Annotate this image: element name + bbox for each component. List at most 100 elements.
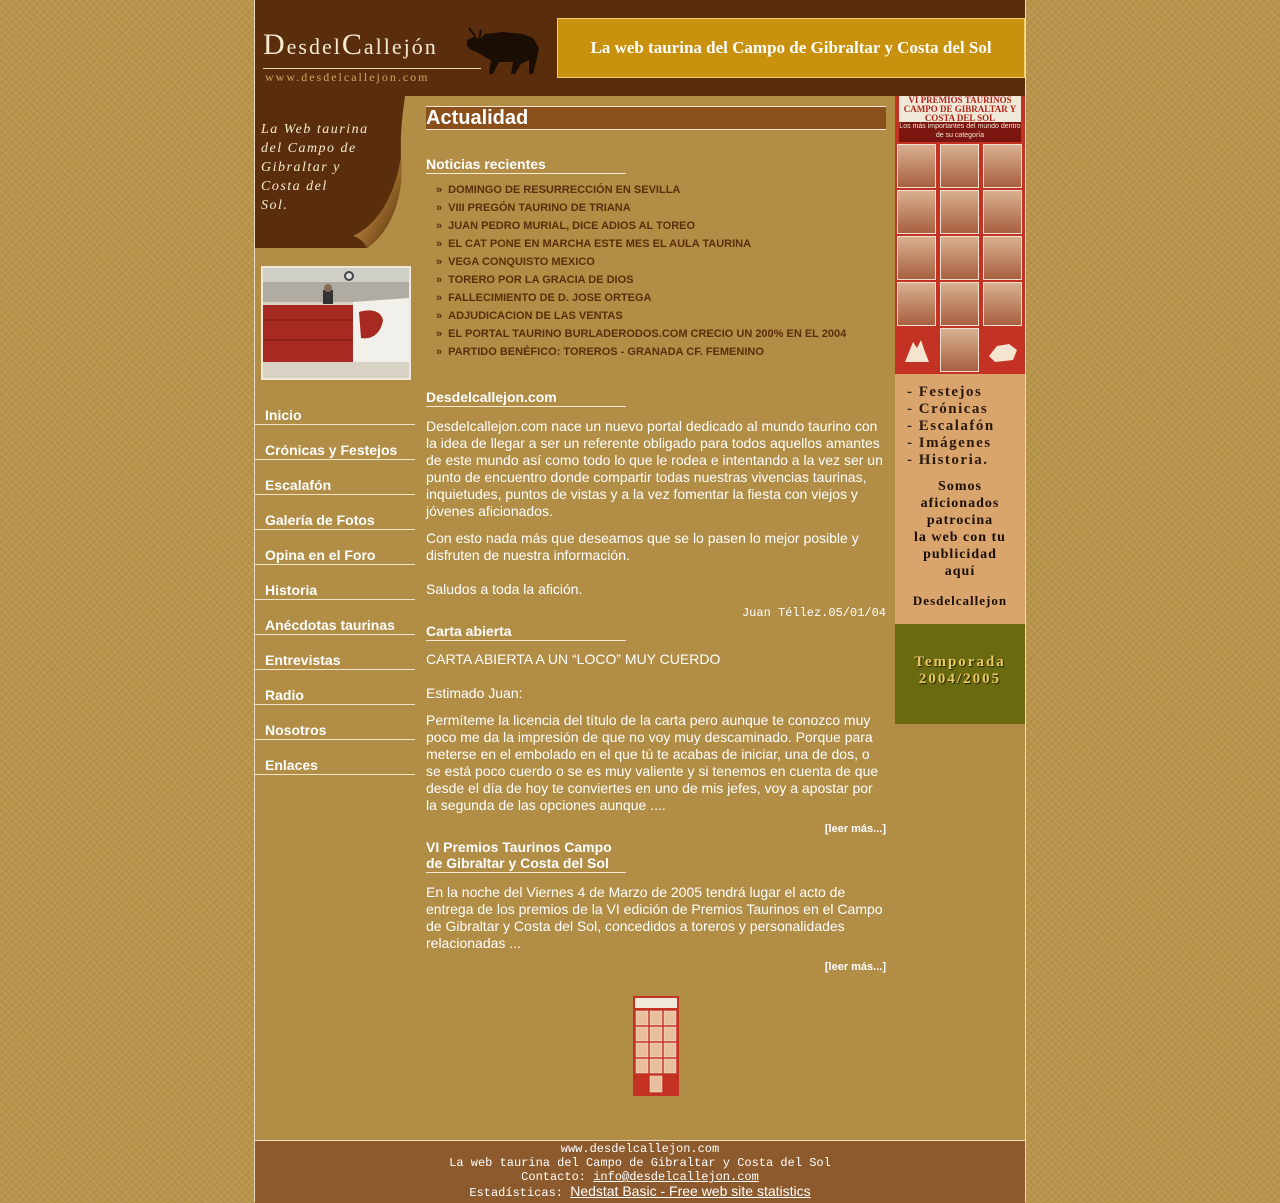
nav-item-escalafon[interactable]: Escalafón <box>255 460 415 495</box>
banner-line: Costa del <box>261 179 328 194</box>
logo-word-1: esdel <box>286 34 342 59</box>
news-item[interactable]: » DOMINGO DE RESURRECCIÓN EN SEVILLA <box>436 184 846 202</box>
nav-item-galeria[interactable]: Galería de Fotos <box>255 495 415 530</box>
left-banner-text: La Web taurina del Campo de Gibraltar y … <box>261 120 391 215</box>
nav-item-entrevistas[interactable]: Entrevistas <box>255 635 415 670</box>
news-link[interactable]: EL CAT PONE EN MARCHA ESTE MES EL AULA T… <box>448 238 751 250</box>
banner-line: La Web taurina <box>261 122 369 137</box>
news-item[interactable]: » ADJUDICACION DE LAS VENTAS <box>436 310 846 328</box>
letter-heading: Carta abierta <box>426 623 626 641</box>
section-title-bar: Actualidad <box>426 106 886 130</box>
promo-body-line: publicidad <box>923 547 997 562</box>
logo-url: www.desdelcallejon.com <box>265 70 430 84</box>
sponsor-promo: - Festejos - Crónicas - Escalafón - Imág… <box>895 374 1025 624</box>
read-more-link[interactable]: [leer más...] <box>825 823 886 835</box>
section-title: Actualidad <box>426 107 529 129</box>
bullet-icon: » <box>436 328 443 340</box>
torero-portrait <box>983 282 1022 326</box>
news-heading: Noticias recientes <box>426 156 626 174</box>
footer-url: www.desdelcallejon.com <box>560 1142 720 1156</box>
banner-line: del Campo de <box>261 141 357 156</box>
nav-item-label: Radio <box>265 687 304 703</box>
nav-item-historia[interactable]: Historia <box>255 565 415 600</box>
temporada-text: Temporada 2004/2005 <box>895 654 1025 688</box>
contact-email-link[interactable]: info@desdelcallejon.com <box>593 1170 759 1184</box>
site-tagline: La web taurina del Campo de Gibraltar y … <box>590 38 992 57</box>
news-link[interactable]: VEGA CONQUISTO MEXICO <box>448 256 595 268</box>
torero-portrait <box>897 236 936 280</box>
about-signature: Juan Téllez.05/01/04 <box>741 606 886 620</box>
nedstat-link[interactable]: Nedstat Basic - Free web site statistics <box>570 1183 810 1199</box>
about-paragraph: Con esto nada más que deseamos que se lo… <box>426 530 859 563</box>
torero-portrait <box>940 282 979 326</box>
torero-portrait <box>897 190 936 234</box>
news-item[interactable]: » JUAN PEDRO MURIAL, DICE ADIOS AL TOREO <box>436 220 846 238</box>
promo-brand: Desdelcallejon <box>912 593 1008 608</box>
torero-portrait <box>940 144 979 188</box>
bullet-icon: » <box>436 202 443 214</box>
nav-item-label: Entrevistas <box>265 652 341 668</box>
news-item[interactable]: » FALLECIMIENTO DE D. JOSE ORTEGA <box>436 292 846 310</box>
news-list: » DOMINGO DE RESURRECCIÓN EN SEVILLA » VII… <box>436 184 846 364</box>
nav-item-radio[interactable]: Radio <box>255 670 415 705</box>
news-item[interactable]: » VEGA CONQUISTO MEXICO <box>436 256 846 274</box>
logo-letter-c: C <box>341 28 364 61</box>
news-item[interactable]: » EL PORTAL TAURINO BURLADERODOS.COM CREC… <box>436 328 846 346</box>
site-header: DesdelCallejón www.desdelcallejon.com La… <box>255 0 1025 96</box>
letter-body: Permíteme la licencia del título de la c… <box>426 712 879 813</box>
news-item[interactable]: » VIII PREGÓN TAURINO DE TRIANA <box>436 202 846 220</box>
torero-portrait <box>940 236 979 280</box>
nav-item-label: Nosotros <box>265 722 327 738</box>
about-paragraph: Desdelcallejon.com nace un nuevo portal … <box>426 418 883 519</box>
contact-label: Contacto: <box>521 1170 594 1184</box>
news-link[interactable]: TORERO POR LA GRACIA DE DIOS <box>448 274 633 286</box>
premios-poster-title: VI PREMIOS TAURINOS CAMPO DE GIBRALTAR Y… <box>899 96 1021 123</box>
stats-label: Estadísticas: <box>469 1186 571 1200</box>
promo-body-line: Somos <box>938 479 982 494</box>
logo-underline <box>263 68 481 69</box>
temporada-banner[interactable]: Temporada 2004/2005 <box>895 624 1025 724</box>
tagline-banner: La web taurina del Campo de Gibraltar y … <box>557 18 1025 78</box>
bullfight-silhouette-icon <box>905 340 929 362</box>
letter-greeting: Estimado Juan: <box>426 685 523 701</box>
site-logo[interactable]: DesdelCallejón <box>263 28 438 62</box>
torero-portrait <box>897 144 936 188</box>
nav-item-enlaces[interactable]: Enlaces <box>255 740 415 775</box>
logo-letter-d: D <box>263 28 287 61</box>
nav-item-anecdotas[interactable]: Anécdotas taurinas <box>255 600 415 635</box>
news-item[interactable]: » TORERO POR LA GRACIA DE DIOS <box>436 274 846 292</box>
nav-item-label: Enlaces <box>265 757 318 773</box>
nav-item-cronicas[interactable]: Crónicas y Festejos <box>255 425 415 460</box>
news-item[interactable]: » EL CAT PONE EN MARCHA ESTE MES EL AULA … <box>436 238 846 256</box>
nav-item-inicio[interactable]: Inicio <box>255 390 415 425</box>
news-link[interactable]: DOMINGO DE RESURRECCIÓN EN SEVILLA <box>448 184 680 196</box>
news-link[interactable]: JUAN PEDRO MURIAL, DICE ADIOS AL TOREO <box>448 220 695 232</box>
nav-item-label: Escalafón <box>265 477 332 493</box>
temporada-label: Temporada <box>914 654 1006 670</box>
right-advertisement[interactable]: VI PREMIOS TAURINOS CAMPO DE GIBRALTAR Y… <box>895 96 1025 624</box>
premios-heading-line: de Gibraltar y Costa del Sol <box>426 855 609 871</box>
promo-body-line: aquí <box>944 564 976 579</box>
torero-portrait <box>940 190 979 234</box>
bullet-icon: » <box>436 238 443 250</box>
promo-line: - Crónicas <box>907 401 989 417</box>
footer-stats: Estadísticas: Nedstat Basic - Free web s… <box>255 1184 1025 1200</box>
premios-poster-thumbnail[interactable] <box>633 996 679 1096</box>
news-link[interactable]: FALLECIMIENTO DE D. JOSE ORTEGA <box>448 292 651 304</box>
news-link[interactable]: VIII PREGÓN TAURINO DE TRIANA <box>448 202 631 214</box>
banner-line: Gibraltar y <box>261 160 341 175</box>
news-link[interactable]: EL PORTAL TAURINO BURLADERODOS.COM CRECI… <box>448 328 846 340</box>
news-item[interactable]: » PARTIDO BENÉFICO: TOREROS - GRANADA CF.… <box>436 346 846 364</box>
nav-item-label: Galería de Fotos <box>265 512 375 528</box>
nav-item-label: Anécdotas taurinas <box>265 617 395 633</box>
nav-item-foro[interactable]: Opina en el Foro <box>255 530 415 565</box>
news-link[interactable]: PARTIDO BENÉFICO: TOREROS - GRANADA CF. … <box>448 346 764 358</box>
premios-heading-line: VI Premios Taurinos Campo <box>426 839 612 855</box>
premios-poster-subtitle: Los más importantes del mundo dentro de … <box>899 122 1021 142</box>
nav-item-nosotros[interactable]: Nosotros <box>255 705 415 740</box>
bullet-icon: » <box>436 256 443 268</box>
torero-portrait <box>983 190 1022 234</box>
news-link[interactable]: ADJUDICACION DE LAS VENTAS <box>448 310 623 322</box>
torero-portrait <box>983 236 1022 280</box>
read-more-link[interactable]: [leer más...] <box>825 961 886 973</box>
